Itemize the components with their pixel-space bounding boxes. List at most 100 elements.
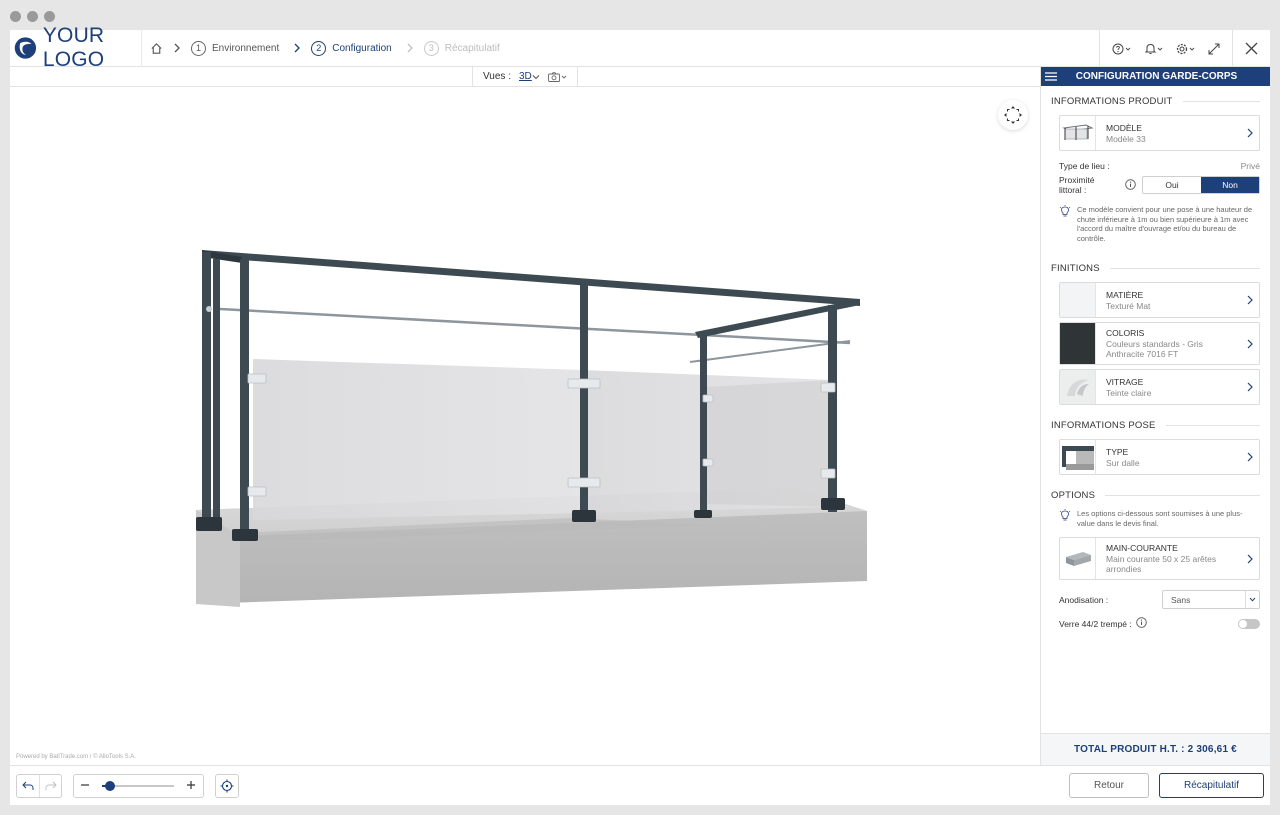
breadcrumb: 1 Environnement 2 Configuration 3 Récapi… <box>142 30 504 67</box>
3d-viewport[interactable]: Powered by BatiTrade.com / © AlloTools S… <box>10 87 1040 765</box>
card-label: MAIN-COURANTE <box>1106 543 1178 553</box>
window-controls <box>10 11 55 22</box>
center-view-button[interactable] <box>215 774 239 798</box>
zoom-controls <box>73 774 204 798</box>
window-dot[interactable] <box>27 11 38 22</box>
redo-icon[interactable] <box>39 775 61 797</box>
color-card[interactable]: COLORIS Couleurs standards - Gris Anthrac… <box>1059 322 1260 365</box>
material-thumbnail <box>1060 283 1096 317</box>
material-card[interactable]: MATIÈRE Texturé Mat <box>1059 282 1260 318</box>
summary-button[interactable]: Récapitulatif <box>1159 773 1264 798</box>
installation-type-card[interactable]: TYPE Sur dalle <box>1059 439 1260 475</box>
hamburger-menu-icon[interactable] <box>1041 72 1061 81</box>
section-title: INFORMATIONS PRODUIT <box>1041 94 1270 108</box>
panel-header: CONFIGURATION GARDE-CORPS <box>1041 67 1270 86</box>
bell-icon[interactable] <box>1144 43 1164 55</box>
glass-option-label: Verre 44/2 trempé : <box>1059 618 1132 629</box>
options-tip: Les options ci-dessous sont soumises à u… <box>1041 509 1270 528</box>
card-value: Couleurs standards - Gris Anthracite 701… <box>1106 339 1203 359</box>
section-title: FINITIONS <box>1041 261 1270 275</box>
view-3d-button[interactable]: 3D <box>519 71 540 82</box>
header-tools <box>1099 30 1270 67</box>
camera-icon[interactable] <box>547 71 568 82</box>
coastal-option-no[interactable]: Non <box>1201 177 1259 193</box>
anodisation-value: Sans <box>1171 594 1191 605</box>
chevron-right-icon <box>1241 128 1259 138</box>
step-environment[interactable]: 1 Environnement <box>191 40 279 56</box>
section-title: OPTIONS <box>1041 488 1270 502</box>
railing-3d-model[interactable] <box>10 87 1040 765</box>
recenter-view-button[interactable] <box>998 100 1028 130</box>
model-tip-text: Ce modèle convient pour une pose à une h… <box>1077 205 1253 243</box>
color-swatch <box>1060 323 1096 364</box>
chevron-right-icon <box>173 43 181 53</box>
header-tool-group <box>1099 30 1232 67</box>
app-window: YOUR LOGO 1 Environnement 2 Configuratio… <box>10 24 1270 805</box>
card-label: COLORIS <box>1106 328 1145 338</box>
coastal-label: Proximité littoral : <box>1059 175 1094 195</box>
step-number: 1 <box>191 40 206 56</box>
total-price: TOTAL PRODUIT H.T. : 2 306,61 € <box>1041 733 1270 765</box>
place-type-row: Type de lieu : Privé <box>1041 161 1270 171</box>
zoom-slider-handle[interactable] <box>105 781 115 791</box>
back-button[interactable]: Retour <box>1069 773 1149 798</box>
card-label: TYPE <box>1106 446 1129 457</box>
history-controls <box>16 774 62 798</box>
chevron-right-icon <box>1241 452 1259 462</box>
anodisation-row: Anodisation : Sans <box>1041 590 1270 609</box>
glazing-card[interactable]: VITRAGE Teinte claire <box>1059 369 1260 405</box>
gear-icon[interactable] <box>1176 43 1196 55</box>
place-type-value: Privé <box>1240 161 1260 171</box>
glass-option-toggle[interactable] <box>1238 618 1260 629</box>
zoom-out-icon[interactable] <box>80 777 90 795</box>
crosshair-icon <box>220 779 234 793</box>
zoom-in-icon[interactable] <box>186 777 196 795</box>
undo-icon[interactable] <box>17 775 39 797</box>
focus-icon <box>1004 106 1022 124</box>
anodisation-select[interactable]: Sans <box>1162 590 1260 609</box>
chevron-right-icon <box>1241 382 1259 392</box>
glass-option-row: Verre 44/2 trempé : <box>1041 617 1270 630</box>
card-label: MODÈLE <box>1106 122 1142 133</box>
fullscreen-icon[interactable] <box>1208 43 1220 55</box>
step-configuration[interactable]: 2 Configuration <box>311 40 392 56</box>
logo-text: YOUR LOGO <box>42 24 105 71</box>
model-tip: Ce modèle convient pour une pose à une h… <box>1041 205 1270 243</box>
model-card[interactable]: MODÈLE Modèle 33 <box>1059 115 1260 151</box>
coastal-label-line1: Proximité <box>1059 175 1095 185</box>
chevron-right-icon <box>1241 554 1259 564</box>
chevron-right-icon <box>1241 295 1259 305</box>
info-icon[interactable] <box>1136 617 1147 630</box>
home-icon[interactable] <box>150 42 163 55</box>
card-label: VITRAGE <box>1106 376 1144 387</box>
close-icon[interactable] <box>1245 42 1258 55</box>
chevron-right-icon <box>406 43 414 53</box>
panel-title: CONFIGURATION GARDE-CORPS <box>1075 71 1238 82</box>
handrail-card[interactable]: MAIN-COURANTE Main courante 50 x 25 arête… <box>1059 537 1260 580</box>
window-dot[interactable] <box>10 11 21 22</box>
view-toolbar: Vues : 3D <box>472 67 578 86</box>
logo: YOUR LOGO <box>10 24 142 71</box>
views-label: Vues : <box>483 71 511 82</box>
close-group <box>1232 30 1270 67</box>
logo-icon <box>14 37 37 59</box>
card-value: Texturé Mat <box>1106 300 1151 311</box>
lightbulb-icon <box>1059 509 1077 528</box>
coastal-label-line2: littoral : <box>1059 185 1087 195</box>
info-icon[interactable] <box>1125 178 1136 192</box>
zoom-slider[interactable] <box>102 781 174 791</box>
coastal-option-yes[interactable]: Oui <box>1143 177 1201 193</box>
chevron-right-icon <box>1241 339 1259 349</box>
step-summary[interactable]: 3 Récapitulatif <box>423 40 500 56</box>
anodisation-label: Anodisation : <box>1059 594 1109 605</box>
handrail-thumbnail <box>1060 538 1096 579</box>
help-icon[interactable] <box>1112 43 1132 55</box>
step-number: 2 <box>311 40 327 56</box>
bottom-toolbar: Retour Récapitulatif <box>10 765 1270 805</box>
card-label: MATIÈRE <box>1106 289 1144 300</box>
card-value: Sur dalle <box>1106 457 1140 468</box>
window-dot[interactable] <box>44 11 55 22</box>
lightbulb-icon <box>1059 205 1077 243</box>
powered-by: Powered by BatiTrade.com / © AlloTools S… <box>16 754 136 760</box>
installation-thumbnail <box>1060 440 1096 474</box>
